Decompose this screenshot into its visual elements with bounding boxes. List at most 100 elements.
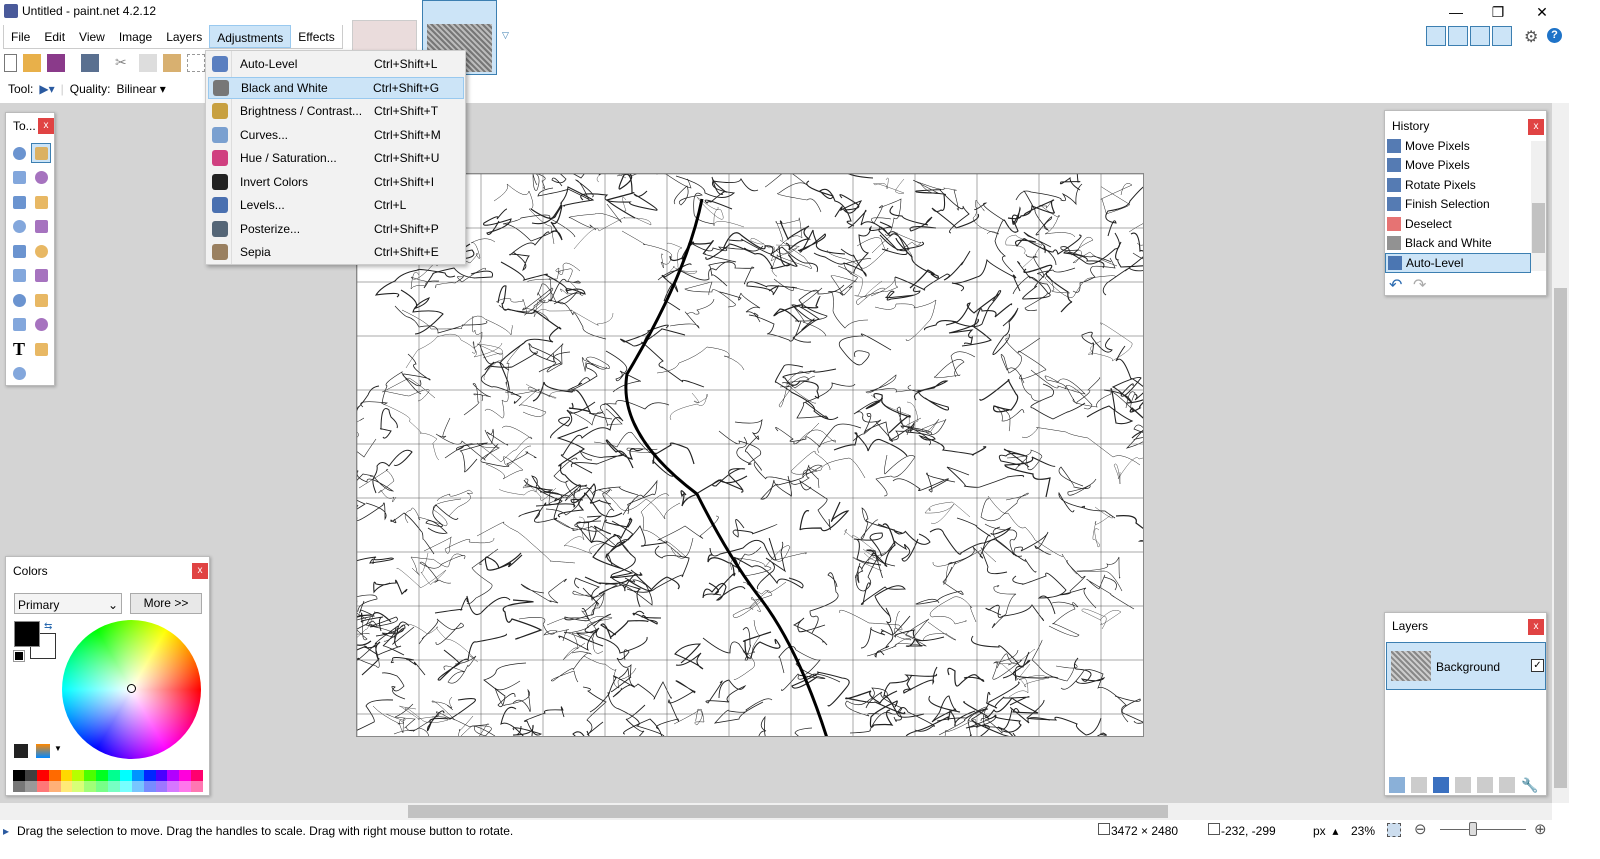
zoom-out-icon[interactable]: ⊖ <box>1414 820 1427 838</box>
palette-swatch[interactable] <box>119 770 132 792</box>
history-item[interactable]: Deselect <box>1385 214 1531 234</box>
layers-toggle-icon[interactable] <box>1470 26 1490 46</box>
palette-menu-icon[interactable] <box>36 744 50 758</box>
save-icon[interactable] <box>47 54 65 72</box>
palette-swatch[interactable] <box>96 770 108 792</box>
tools-toggle-icon[interactable] <box>1426 26 1446 46</box>
tabs-dropdown-icon[interactable]: ▽ <box>502 30 509 41</box>
menu-item-posterize[interactable]: Posterize... Ctrl+Shift+P <box>208 218 464 240</box>
menu-item-sepia[interactable]: Sepia Ctrl+Shift+E <box>208 241 464 263</box>
history-item[interactable]: Move Pixels <box>1385 136 1531 156</box>
palette-swatch[interactable] <box>108 770 120 792</box>
vertical-scrollbar[interactable] <box>1552 103 1569 803</box>
layer-visibility-checkbox[interactable]: ✓ <box>1531 659 1544 672</box>
palette-swatch[interactable] <box>24 770 37 792</box>
undo-button[interactable]: ↶ <box>1389 275 1402 295</box>
history-item[interactable]: Finish Selection <box>1385 195 1531 215</box>
copy-icon[interactable] <box>139 54 157 72</box>
move-layer-down-icon[interactable] <box>1499 777 1515 793</box>
palette-swatch[interactable] <box>179 770 192 792</box>
palette-swatch[interactable] <box>36 770 49 792</box>
units-selector[interactable]: px ▴ <box>1313 824 1338 838</box>
new-icon[interactable] <box>4 54 17 72</box>
reset-colors-icon[interactable] <box>13 650 25 662</box>
shapes-tool-icon[interactable] <box>9 364 29 384</box>
menu-item-curves[interactable]: Curves... Ctrl+Shift+M <box>208 124 464 146</box>
menu-effects[interactable]: Effects <box>291 25 341 48</box>
minimize-button[interactable]: — <box>1436 2 1476 22</box>
menu-adjustments[interactable]: Adjustments <box>209 25 292 48</box>
ellipse-select-tool-icon[interactable] <box>9 192 29 212</box>
menu-item-black-and-white[interactable]: Black and White Ctrl+Shift+G <box>208 76 464 99</box>
zoom-tool-icon[interactable] <box>31 192 51 212</box>
zoom-in-icon[interactable]: ⊕ <box>1534 820 1547 838</box>
text-tool-icon[interactable]: T <box>9 339 29 359</box>
recolor-tool-icon[interactable] <box>31 315 51 335</box>
pencil-tool-icon[interactable] <box>9 290 29 310</box>
zoom-slider[interactable] <box>1440 822 1526 836</box>
history-item[interactable]: Auto-Level <box>1385 253 1531 273</box>
eraser-tool-icon[interactable] <box>31 266 51 286</box>
horizontal-scrollbar[interactable] <box>0 803 1552 820</box>
zoom-level[interactable]: 23% <box>1351 824 1375 838</box>
restore-button[interactable]: ❐ <box>1478 2 1518 22</box>
move-selection-tool-icon[interactable]: ▶▾ <box>39 82 54 96</box>
paint-bucket-tool-icon[interactable] <box>9 241 29 261</box>
menu-item-invert-colors[interactable]: Invert Colors Ctrl+Shift+I <box>208 171 464 193</box>
move-layer-up-icon[interactable] <box>1477 777 1493 793</box>
duplicate-layer-icon[interactable] <box>1433 777 1449 793</box>
more-colors-button[interactable]: More >> <box>130 593 202 614</box>
palette-swatch[interactable] <box>191 770 203 792</box>
menu-file[interactable]: File <box>4 25 37 48</box>
palette-swatch[interactable] <box>143 770 156 792</box>
delete-layer-icon[interactable] <box>1411 777 1427 793</box>
help-icon[interactable]: ? <box>1547 28 1562 43</box>
horizontal-scroll-thumb[interactable] <box>408 805 1168 818</box>
history-scrollbar[interactable] <box>1531 141 1546 271</box>
paintbrush-tool-icon[interactable] <box>9 266 29 286</box>
menu-item-auto-level[interactable]: Auto-Level Ctrl+Shift+L <box>208 53 464 75</box>
history-item[interactable]: Black and White <box>1385 234 1531 254</box>
menu-layers[interactable]: Layers <box>159 25 209 48</box>
redo-button[interactable]: ↷ <box>1413 275 1426 295</box>
palette-tool-icon[interactable] <box>14 744 28 758</box>
print-icon[interactable] <box>81 54 99 72</box>
gradient-tool-icon[interactable] <box>31 241 51 261</box>
magic-wand-tool-icon[interactable] <box>9 217 29 237</box>
move-selection-tool-icon[interactable] <box>31 143 51 163</box>
image-canvas[interactable] <box>356 173 1144 737</box>
palette-swatch[interactable] <box>48 770 61 792</box>
vertical-scroll-thumb[interactable] <box>1554 288 1567 788</box>
tools-close-button[interactable]: x <box>38 118 54 134</box>
clone-stamp-tool-icon[interactable] <box>9 315 29 335</box>
crop-icon[interactable] <box>187 54 205 72</box>
pan-tool-icon[interactable] <box>31 217 51 237</box>
color-mode-select[interactable]: Primary ⌄ <box>14 593 122 614</box>
menu-image[interactable]: Image <box>112 25 159 48</box>
colors-close-button[interactable]: x <box>192 563 208 579</box>
line-curve-tool-icon[interactable] <box>31 339 51 359</box>
menu-item-levels[interactable]: Levels... Ctrl+L <box>208 194 464 216</box>
palette-swatch[interactable] <box>13 770 25 792</box>
colors-toggle-icon[interactable] <box>1492 26 1512 46</box>
history-item[interactable]: Move Pixels <box>1385 156 1531 176</box>
menu-view[interactable]: View <box>72 25 112 48</box>
palette-swatch[interactable] <box>84 770 97 792</box>
history-toggle-icon[interactable] <box>1448 26 1468 46</box>
merge-layer-icon[interactable] <box>1455 777 1471 793</box>
move-selected-tool-icon[interactable] <box>31 168 51 188</box>
open-icon[interactable] <box>23 54 41 72</box>
settings-gear-icon[interactable]: ⚙ <box>1524 27 1538 47</box>
primary-color-swatch[interactable] <box>14 621 40 647</box>
cut-icon[interactable]: ✂ <box>115 54 133 72</box>
menu-item-hue-saturation[interactable]: Hue / Saturation... Ctrl+Shift+U <box>208 147 464 169</box>
layer-item-background[interactable]: Background ✓ <box>1386 642 1546 690</box>
layer-properties-icon[interactable]: 🔧 <box>1521 777 1538 793</box>
swap-colors-icon[interactable]: ⇆ <box>44 621 52 632</box>
color-wheel[interactable] <box>62 620 201 759</box>
layers-close-button[interactable]: x <box>1528 619 1544 635</box>
quality-dropdown[interactable]: Bilinear ▾ <box>116 82 165 96</box>
rectangle-select-tool-icon[interactable] <box>9 143 29 163</box>
palette-swatch[interactable] <box>131 770 144 792</box>
history-close-button[interactable]: x <box>1528 119 1544 135</box>
